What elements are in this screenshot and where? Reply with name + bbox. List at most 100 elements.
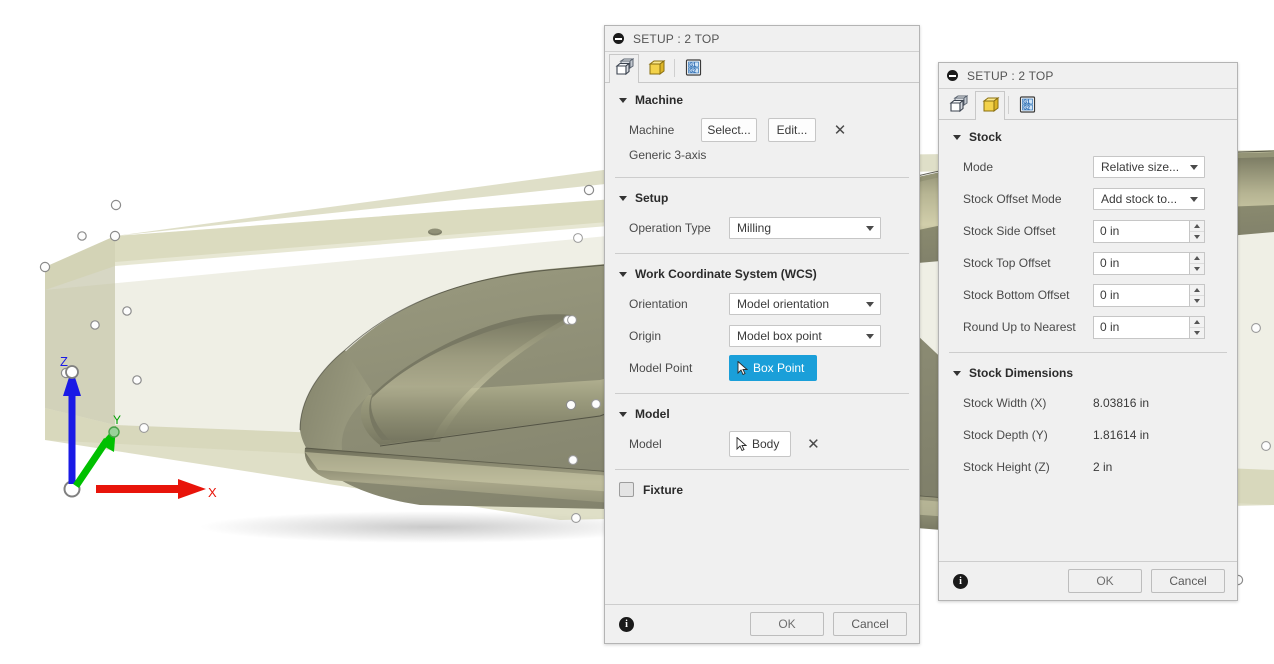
close-x-icon[interactable]: ✕: [830, 120, 850, 140]
stepper-buttons[interactable]: [1189, 315, 1205, 339]
section-machine-title: Machine: [635, 93, 684, 107]
stock-mode-value: Relative size...: [1101, 160, 1180, 174]
stepper-down-icon[interactable]: [1190, 328, 1204, 338]
stock-bottom-offset-value[interactable]: 0 in: [1093, 283, 1189, 307]
stock-top-offset-value[interactable]: 0 in: [1093, 251, 1189, 275]
stepper-buttons[interactable]: [1189, 219, 1205, 243]
model-point-label: Model Point: [629, 361, 693, 375]
round-up-to-nearest-stepper[interactable]: 0 in: [1093, 315, 1205, 339]
axis-label-z: Z: [60, 354, 68, 369]
stock-mode-select[interactable]: Relative size...: [1093, 156, 1205, 178]
divider: [615, 253, 909, 254]
stepper-down-icon[interactable]: [1190, 232, 1204, 242]
stock-dialog-tabs[interactable]: G1 G2: [939, 89, 1237, 120]
stock-mode-row: Mode Relative size...: [939, 151, 1237, 183]
minimize-icon[interactable]: [947, 70, 958, 81]
machine-row: Machine Select... Edit... ✕: [605, 114, 919, 146]
stepper-up-icon[interactable]: [1190, 253, 1204, 264]
divider: [615, 393, 909, 394]
setup-dialog-body: Machine Machine Select... Edit... ✕ Gene…: [605, 83, 919, 604]
stock-side-offset-row: Stock Side Offset 0 in: [939, 215, 1237, 247]
stepper-up-icon[interactable]: [1190, 285, 1204, 296]
orientation-select[interactable]: Model orientation: [729, 293, 881, 315]
origin-value: Model box point: [737, 329, 822, 343]
fixture-checkbox[interactable]: [619, 482, 634, 497]
stepper-up-icon[interactable]: [1190, 317, 1204, 328]
stepper-down-icon[interactable]: [1190, 296, 1204, 306]
orientation-value: Model orientation: [737, 297, 830, 311]
cancel-button[interactable]: Cancel: [833, 612, 907, 636]
stock-top-offset-label: Stock Top Offset: [963, 256, 1051, 270]
stock-height-row: Stock Height (Z) 2 in: [939, 451, 1237, 483]
fixture-row[interactable]: Fixture: [605, 473, 919, 506]
section-model-title: Model: [635, 407, 670, 421]
stock-offset-mode-label: Stock Offset Mode: [963, 192, 1062, 206]
section-stock-dimensions: Stock Dimensions Stock Width (X) 8.03816…: [939, 356, 1237, 489]
info-icon[interactable]: i: [953, 573, 968, 589]
stock-offset-mode-select[interactable]: Add stock to...: [1093, 188, 1205, 210]
section-setup-header[interactable]: Setup: [605, 184, 919, 212]
section-stock-header[interactable]: Stock: [939, 123, 1237, 151]
stock-bottom-offset-stepper[interactable]: 0 in: [1093, 283, 1205, 307]
stock-width-label: Stock Width (X): [963, 396, 1047, 410]
stock-dialog-titlebar[interactable]: SETUP : 2 TOP: [939, 63, 1237, 89]
stepper-buttons[interactable]: [1189, 283, 1205, 307]
origin-select[interactable]: Model box point: [729, 325, 881, 347]
tab-setup[interactable]: [609, 54, 639, 83]
ok-button[interactable]: OK: [1068, 569, 1142, 593]
section-machine-header[interactable]: Machine: [605, 86, 919, 114]
model-body-select-button[interactable]: Body: [729, 431, 792, 457]
setup-dialog-tabs[interactable]: G1 G2: [605, 52, 919, 83]
stock-bottom-offset-row: Stock Bottom Offset 0 in: [939, 279, 1237, 311]
stock-depth-label: Stock Depth (Y): [963, 428, 1048, 442]
stock-side-offset-label: Stock Side Offset: [963, 224, 1056, 238]
machine-select-button[interactable]: Select...: [701, 118, 757, 142]
close-x-icon[interactable]: ✕: [803, 434, 823, 454]
setup-dialog-titlebar[interactable]: SETUP : 2 TOP: [605, 26, 919, 52]
section-wcs-header[interactable]: Work Coordinate System (WCS): [605, 260, 919, 288]
machine-edit-button[interactable]: Edit...: [768, 118, 816, 142]
operation-type-select[interactable]: Milling: [729, 217, 881, 239]
stock-dialog[interactable]: SETUP : 2 TOP G1 G2 Stock Mode Relative …: [938, 62, 1238, 601]
stock-side-offset-stepper[interactable]: 0 in: [1093, 219, 1205, 243]
stock-top-offset-row: Stock Top Offset 0 in: [939, 247, 1237, 279]
minimize-icon[interactable]: [613, 33, 624, 44]
tab-stock[interactable]: [641, 55, 671, 82]
ok-button[interactable]: OK: [750, 612, 824, 636]
round-up-to-nearest-value[interactable]: 0 in: [1093, 315, 1189, 339]
stock-side-offset-value[interactable]: 0 in: [1093, 219, 1189, 243]
info-icon[interactable]: i: [619, 616, 634, 632]
svg-text:G2: G2: [689, 68, 696, 74]
stock-depth-row: Stock Depth (Y) 1.81614 in: [939, 419, 1237, 451]
divider: [615, 177, 909, 178]
section-stock-dimensions-header[interactable]: Stock Dimensions: [939, 359, 1237, 387]
section-model-header[interactable]: Model: [605, 400, 919, 428]
tab-setup[interactable]: [943, 92, 973, 119]
model-label: Model: [629, 437, 662, 451]
stock-offset-mode-value: Add stock to...: [1101, 192, 1178, 206]
fixture-label: Fixture: [643, 482, 684, 497]
model-row: Model Body ✕: [605, 428, 919, 460]
stepper-buttons[interactable]: [1189, 251, 1205, 275]
stock-bottom-offset-label: Stock Bottom Offset: [963, 288, 1070, 302]
origin-label: Origin: [629, 329, 662, 343]
section-wcs: Work Coordinate System (WCS) Orientation…: [605, 257, 919, 390]
box-point-select-button[interactable]: Box Point: [729, 355, 818, 381]
axis-label-x: X: [208, 485, 217, 500]
stock-height-value: 2 in: [1093, 460, 1113, 474]
stock-top-offset-stepper[interactable]: 0 in: [1093, 251, 1205, 275]
setup-dialog[interactable]: SETUP : 2 TOP G1 G2 Machine Machine Sele…: [604, 25, 920, 644]
stepper-up-icon[interactable]: [1190, 221, 1204, 232]
stepper-down-icon[interactable]: [1190, 264, 1204, 274]
model-body-button-label: Body: [752, 437, 780, 451]
chevron-down-icon: [619, 271, 627, 277]
tab-stock[interactable]: [975, 91, 1005, 120]
cancel-button[interactable]: Cancel: [1151, 569, 1225, 593]
tab-post-process[interactable]: G1 G2: [1012, 92, 1042, 119]
tab-post-process[interactable]: G1 G2: [678, 55, 708, 82]
stock-offset-mode-row: Stock Offset Mode Add stock to...: [939, 183, 1237, 215]
section-machine: Machine Machine Select... Edit... ✕ Gene…: [605, 83, 919, 174]
chevron-down-icon: [619, 195, 627, 201]
setup-cube-icon: [948, 95, 969, 117]
stock-mode-label: Mode: [963, 160, 994, 174]
